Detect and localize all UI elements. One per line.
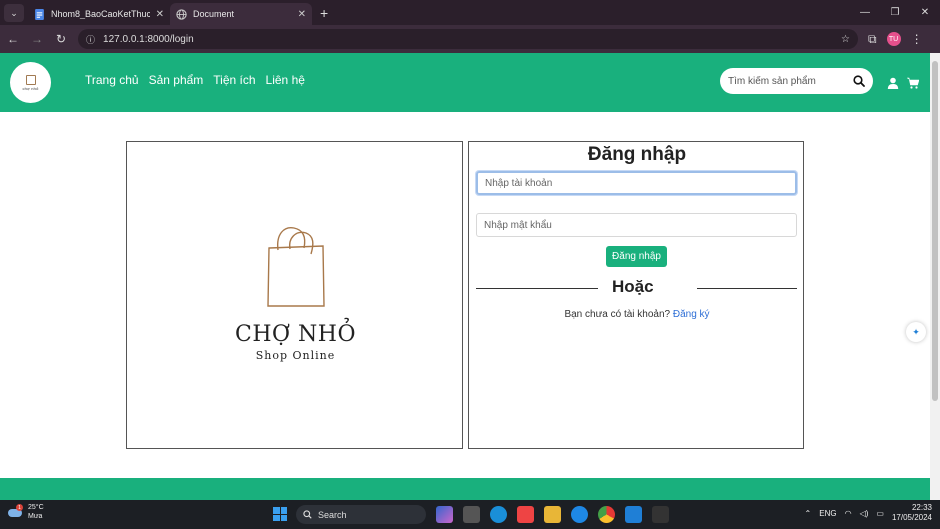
search-icon[interactable]: [853, 75, 865, 87]
chrome-icon[interactable]: [598, 506, 615, 523]
chevron-up-icon[interactable]: ⌃: [805, 509, 812, 518]
tab-report[interactable]: Nhom8_BaoCaoKetThucMon.d ✕: [28, 3, 170, 25]
system-tray: ⌃ ENG ◠ ◁) ▭ 22:33 17/05/2024: [805, 503, 932, 523]
register-prompt-text: Bạn chưa có tài khoản?: [564, 309, 671, 320]
language-indicator[interactable]: ENG: [819, 509, 836, 518]
volume-icon[interactable]: ◁): [860, 509, 869, 518]
scrollbar-thumb[interactable]: [932, 61, 938, 401]
globe-icon: [176, 8, 187, 20]
site-footer: [0, 478, 930, 500]
wifi-icon[interactable]: ◠: [845, 509, 852, 518]
windows-start-icon[interactable]: [273, 507, 287, 521]
search-input[interactable]: Tìm kiếm sản phẩm: [728, 76, 853, 87]
cart-icon[interactable]: [907, 77, 919, 89]
browser-toolbar: ← → ↻ ⓘ 127.0.0.1:8000/login ☆ ⧉ TU ⋮: [0, 25, 940, 53]
login-panel: Đăng nhập Nhập tài khoản Nhập mật khẩu Đ…: [468, 141, 804, 449]
edge-icon[interactable]: [490, 506, 507, 523]
taskbar-apps: [436, 506, 669, 523]
forward-icon[interactable]: →: [26, 28, 48, 50]
weather-temp: 25°C: [28, 504, 44, 511]
more-menu-icon[interactable]: ⋮: [911, 32, 923, 46]
restore-icon[interactable]: ❐: [880, 0, 910, 25]
logo-text: chợ nhỏ: [22, 85, 39, 91]
terminal-icon[interactable]: [652, 506, 669, 523]
tab-search-button[interactable]: ⌄: [4, 4, 24, 22]
nav-home[interactable]: Trang chủ: [85, 73, 139, 87]
url-text: 127.0.0.1:8000/login: [103, 33, 194, 45]
site-header: chợ nhỏ Trang chủ Sản phẩm Tiện ích Liên…: [0, 53, 930, 112]
new-tab-button[interactable]: +: [320, 5, 328, 21]
minimize-icon[interactable]: —: [850, 0, 880, 25]
vscode-icon[interactable]: [625, 506, 642, 523]
window-controls: — ❐ ✕: [850, 0, 940, 25]
username-field[interactable]: Nhập tài khoản: [476, 171, 797, 195]
file-explorer-icon[interactable]: [544, 506, 561, 523]
google-docs-icon: [35, 8, 44, 20]
zalo-icon[interactable]: [571, 506, 588, 523]
tab-title: Document: [193, 9, 235, 19]
divider-line: [476, 288, 598, 289]
profile-avatar[interactable]: TU: [886, 32, 901, 46]
login-title: Đăng nhập: [587, 144, 687, 165]
header-actions: [887, 77, 919, 89]
weather-desc: Mưa: [28, 513, 43, 520]
password-field[interactable]: Nhập mật khẩu: [476, 213, 797, 237]
close-icon[interactable]: ✕: [156, 9, 164, 20]
weather-icon: 1: [8, 504, 24, 519]
clock-date: 17/05/2024: [891, 513, 932, 522]
copilot-icon[interactable]: [436, 506, 453, 523]
taskbar-search[interactable]: Search: [296, 505, 426, 524]
nav-utilities[interactable]: Tiện ích: [213, 73, 255, 87]
weather-badge: 1: [16, 504, 23, 511]
extensions-icon[interactable]: ⧉: [868, 32, 877, 47]
close-icon[interactable]: ✕: [298, 9, 306, 20]
clock[interactable]: 22:33 17/05/2024: [892, 503, 932, 523]
browser-tab-strip: ⌄ Nhom8_BaoCaoKetThucMon.d ✕ Document ✕ …: [0, 0, 940, 25]
or-divider: Hoặc: [476, 277, 797, 299]
close-window-icon[interactable]: ✕: [910, 0, 940, 25]
page-viewport: chợ nhỏ Trang chủ Sản phẩm Tiện ích Liên…: [0, 53, 930, 500]
shopping-bag-icon: [266, 227, 325, 307]
login-button[interactable]: Đăng nhập: [606, 246, 667, 267]
main-nav: Trang chủ Sản phẩm Tiện ích Liên hệ: [85, 73, 305, 87]
bag-icon: [25, 74, 36, 85]
wps-office-icon[interactable]: [517, 506, 534, 523]
search-icon: [303, 510, 312, 519]
weather-widget[interactable]: 1 25°C Mưa: [8, 503, 44, 521]
divider-line: [697, 288, 797, 289]
page-scrollbar[interactable]: [930, 53, 940, 500]
brand-name: CHỢ NHỎ: [234, 322, 357, 347]
brand-block: CHỢ NHỎ Shop Online: [127, 224, 464, 362]
register-link[interactable]: Đăng ký: [673, 309, 710, 320]
site-logo[interactable]: chợ nhỏ: [10, 62, 51, 103]
site-info-icon[interactable]: ⓘ: [86, 33, 95, 46]
reload-icon[interactable]: ↻: [50, 28, 72, 50]
address-bar[interactable]: ⓘ 127.0.0.1:8000/login ☆: [78, 29, 858, 49]
task-view-icon[interactable]: [463, 506, 480, 523]
taskbar-search-label: Search: [318, 509, 347, 520]
assistant-float-icon[interactable]: ✦: [906, 322, 926, 342]
clock-time: 22:33: [911, 503, 932, 512]
user-icon[interactable]: [887, 77, 899, 89]
nav-products[interactable]: Sản phẩm: [149, 73, 204, 87]
nav-contact[interactable]: Liên hệ: [266, 73, 305, 87]
tab-document[interactable]: Document ✕: [170, 3, 312, 25]
back-icon[interactable]: ←: [2, 28, 24, 50]
bookmark-star-icon[interactable]: ☆: [841, 34, 850, 45]
tab-title: Nhom8_BaoCaoKetThucMon.d: [51, 9, 150, 19]
brand-tagline: Shop Online: [255, 349, 336, 362]
taskbar: 1 25°C Mưa Search ⌃ ENG ◠ ◁) ▭ 22:33 17/…: [0, 500, 940, 529]
or-label: Hoặc: [612, 277, 654, 296]
battery-icon[interactable]: ▭: [876, 509, 884, 518]
search-box[interactable]: Tìm kiếm sản phẩm: [720, 68, 873, 94]
register-prompt: Bạn chưa có tài khoản? Đăng ký: [469, 309, 805, 320]
brand-panel: CHỢ NHỎ Shop Online: [126, 141, 463, 449]
